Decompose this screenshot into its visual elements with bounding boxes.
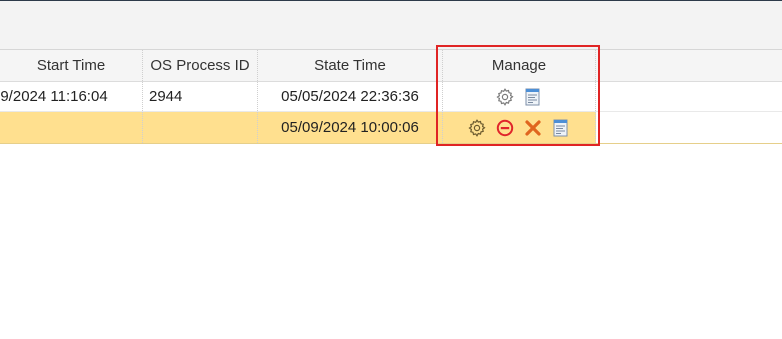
table-header: Start Time OS Process ID State Time Mana…	[0, 49, 782, 82]
delete-icon[interactable]	[523, 118, 543, 138]
table-row[interactable]: 09/2024 11:16:04 2944 05/05/2024 22:36:3…	[0, 82, 782, 112]
log-icon[interactable]	[523, 87, 543, 107]
cell-manage	[443, 82, 596, 111]
stop-icon[interactable]	[495, 118, 515, 138]
toolbar-area	[0, 0, 782, 49]
row-filler	[596, 112, 782, 143]
cell-os-process-id: 2944	[143, 82, 258, 111]
cell-start-time: 09/2024 11:16:04	[0, 82, 143, 111]
cell-state-time: 05/05/2024 22:36:36	[258, 82, 443, 111]
start-time-value: 09/2024 11:16:04	[0, 88, 108, 105]
cell-start-time	[0, 112, 143, 143]
row-filler	[596, 82, 782, 111]
column-header-start-time[interactable]: Start Time	[0, 50, 143, 81]
cell-manage	[443, 112, 596, 143]
table-row-selected[interactable]: 05/09/2024 10:00:06	[0, 112, 782, 144]
column-header-manage[interactable]: Manage	[443, 50, 596, 81]
column-header-os-process-id[interactable]: OS Process ID	[143, 50, 258, 81]
cell-os-process-id	[143, 112, 258, 143]
gear-icon[interactable]	[495, 87, 515, 107]
gear-icon[interactable]	[467, 118, 487, 138]
column-header-state-time[interactable]: State Time	[258, 50, 443, 81]
log-icon[interactable]	[551, 118, 571, 138]
cell-state-time: 05/09/2024 10:00:06	[258, 112, 443, 143]
